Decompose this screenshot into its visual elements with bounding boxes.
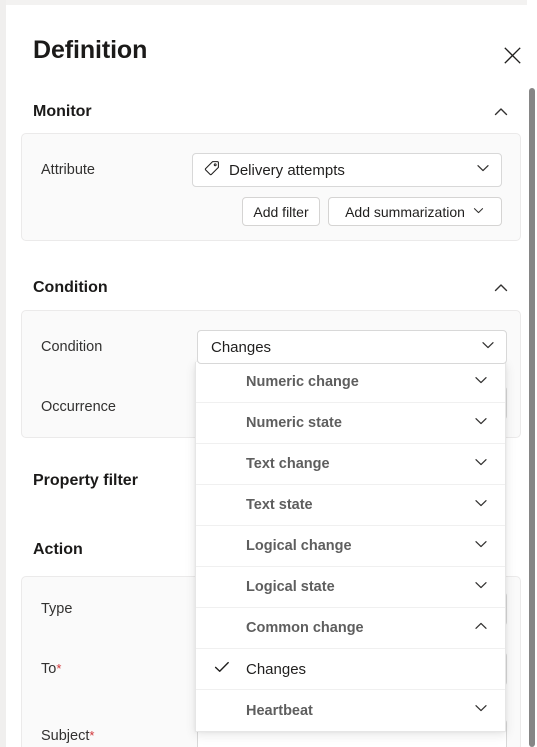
condition-label: Condition: [41, 339, 103, 355]
chevron-down-icon: [473, 454, 489, 475]
menu-item-label: Changes: [246, 660, 307, 678]
vertical-scrollbar[interactable]: [527, 0, 537, 747]
tag-icon: [204, 160, 220, 181]
menu-item-label: Text change: [246, 456, 330, 472]
page-title: Definition: [33, 36, 148, 64]
menu-item[interactable]: Text state: [196, 485, 505, 526]
scrollbar-thumb[interactable]: [529, 88, 535, 747]
check-icon: [213, 658, 233, 681]
section-title-action: Action: [33, 541, 83, 558]
add-filter-label: Add filter: [253, 203, 309, 220]
menu-item-selected[interactable]: Changes: [196, 649, 505, 690]
panel-header: Definition: [6, 30, 537, 82]
add-filter-button[interactable]: Add filter: [242, 197, 320, 226]
condition-dropdown-menu: Numeric change Numeric state Text change…: [195, 362, 506, 732]
occurrence-label: Occurrence: [41, 399, 116, 415]
menu-item[interactable]: Logical change: [196, 526, 505, 567]
attribute-combobox[interactable]: Delivery attempts: [192, 153, 502, 187]
section-title-condition: Condition: [33, 279, 108, 296]
menu-item[interactable]: Text change: [196, 444, 505, 485]
attribute-value: Delivery attempts: [229, 161, 345, 179]
menu-item-label: Common change: [246, 620, 364, 636]
chevron-down-icon: [480, 337, 496, 358]
required-asterisk: *: [56, 661, 62, 676]
definition-panel: Definition Monitor Attribute Delivery at…: [6, 0, 537, 747]
condition-combobox[interactable]: Changes: [197, 330, 507, 364]
menu-item-label: Logical state: [246, 579, 335, 595]
panel-top-strip: [6, 0, 537, 5]
chevron-down-icon: [473, 413, 489, 434]
menu-item[interactable]: Logical state: [196, 567, 505, 608]
section-header-condition[interactable]: Condition: [33, 273, 510, 303]
add-summarization-button[interactable]: Add summarization: [328, 197, 502, 226]
menu-item-expanded[interactable]: Common change: [196, 608, 505, 649]
menu-item[interactable]: Numeric state: [196, 403, 505, 444]
chevron-up-icon: [492, 279, 510, 297]
required-asterisk: *: [89, 728, 95, 743]
monitor-card: Attribute Delivery attempts Add filter A…: [21, 133, 521, 241]
add-summarization-label: Add summarization: [345, 203, 465, 220]
attribute-label: Attribute: [41, 162, 95, 178]
menu-item-label: Text state: [246, 497, 313, 513]
menu-item-label: Numeric change: [246, 374, 359, 390]
menu-item-label: Numeric state: [246, 415, 342, 431]
chevron-down-icon: [473, 577, 489, 598]
condition-value: Changes: [211, 338, 272, 356]
chevron-down-icon: [472, 204, 485, 220]
chevron-down-icon: [473, 536, 489, 557]
section-title-property-filter: Property filter: [33, 472, 138, 489]
section-title-monitor: Monitor: [33, 103, 92, 120]
subject-label: Subject*: [41, 728, 94, 744]
chevron-up-icon: [473, 618, 489, 639]
to-label: To*: [41, 661, 61, 677]
menu-item[interactable]: Numeric change: [196, 362, 505, 403]
type-label: Type: [41, 601, 73, 617]
chevron-down-icon: [473, 495, 489, 516]
section-header-monitor[interactable]: Monitor: [33, 97, 510, 127]
chevron-down-icon: [473, 372, 489, 393]
menu-item-label: Logical change: [246, 538, 352, 554]
to-label-text: To: [41, 661, 57, 677]
menu-item[interactable]: Heartbeat: [196, 690, 505, 731]
subject-label-text: Subject: [41, 728, 90, 744]
chevron-up-icon: [492, 103, 510, 121]
menu-item-label: Heartbeat: [246, 702, 313, 719]
chevron-down-icon: [475, 160, 491, 181]
close-icon[interactable]: [495, 38, 529, 72]
chevron-down-icon: [473, 700, 489, 721]
